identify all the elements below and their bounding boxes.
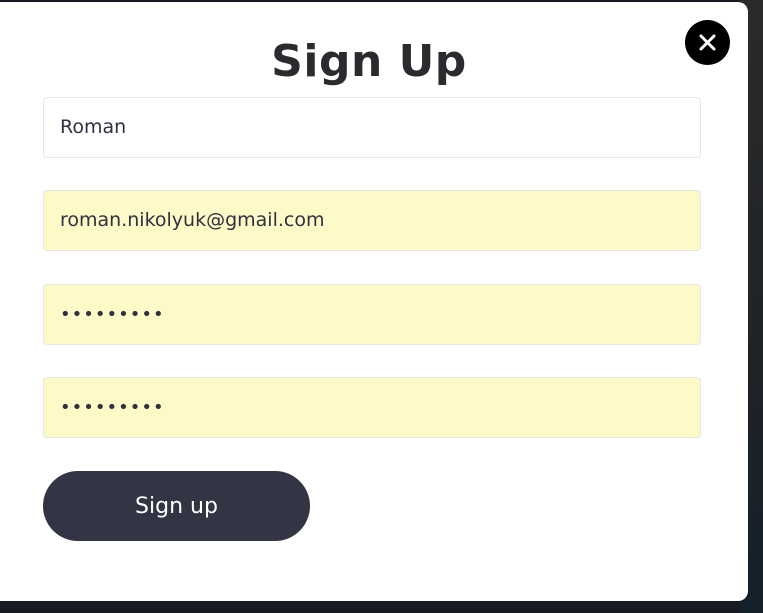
email-field-value: roman.nikolyuk@gmail.com [60,209,325,231]
email-field[interactable]: roman.nikolyuk@gmail.com [43,190,701,251]
confirm-password-field-value: ••••••••• [60,397,165,418]
close-button[interactable] [685,20,730,65]
sign-up-button[interactable]: Sign up [43,471,310,541]
password-field-value: ••••••••• [60,304,165,325]
close-icon [699,34,716,51]
confirm-password-field[interactable]: ••••••••• [43,377,701,438]
name-field-value: Roman [60,116,127,138]
password-field[interactable]: ••••••••• [43,284,701,345]
signup-modal: Sign Up Roman roman.nikolyuk@gmail.com •… [0,2,748,601]
name-field[interactable]: Roman [43,97,701,158]
page-title: Sign Up [271,36,467,87]
